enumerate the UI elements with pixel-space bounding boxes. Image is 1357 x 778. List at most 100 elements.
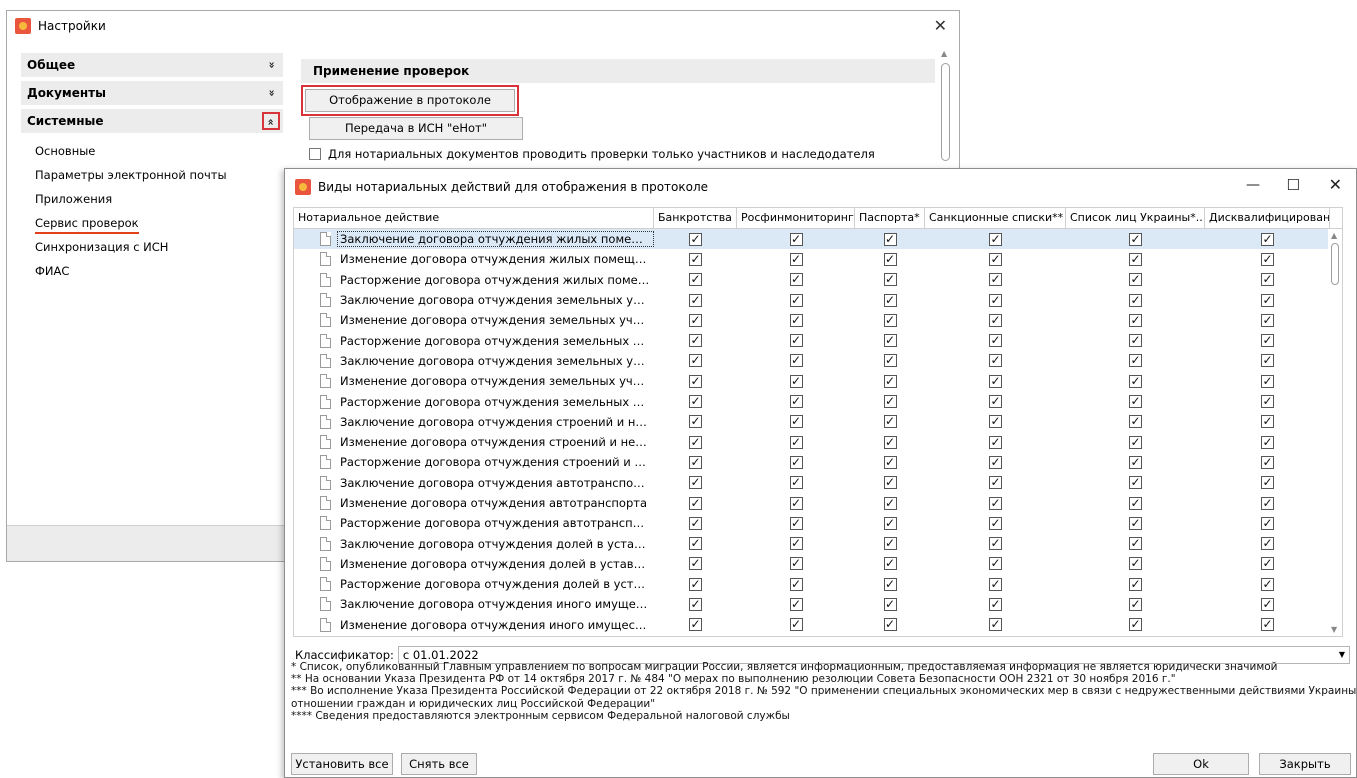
sidebar-item-email[interactable]: Параметры электронной почты xyxy=(35,163,283,187)
checkbox[interactable]: ✓ xyxy=(689,252,702,266)
chevron-down-icon[interactable]: » xyxy=(259,61,283,68)
action-name-cell[interactable]: Расторжение договора отчуждения строений… xyxy=(294,452,654,472)
checkbox[interactable]: ✓ xyxy=(883,496,897,510)
checkbox[interactable]: ✓ xyxy=(789,273,803,287)
checkbox[interactable]: ✓ xyxy=(1129,374,1142,388)
chevron-up-icon[interactable]: « xyxy=(262,112,280,130)
checkbox[interactable]: ✓ xyxy=(989,395,1002,409)
checkbox[interactable]: ✓ xyxy=(1129,293,1142,307)
isn-transfer-button[interactable]: Передача в ИСН "еНот" xyxy=(309,117,523,140)
participants-check-row[interactable]: Для нотариальных документов проводить пр… xyxy=(309,147,875,161)
checkbox[interactable]: ✓ xyxy=(789,334,803,348)
table-row[interactable]: Заключение договора отчуждения жилых пом… xyxy=(294,229,1342,250)
checkbox[interactable]: ✓ xyxy=(989,232,1002,246)
table-row[interactable]: Изменение договора отчуждения земельных … xyxy=(294,310,1342,330)
checkbox[interactable]: ✓ xyxy=(883,273,897,287)
checkbox[interactable]: ✓ xyxy=(1261,435,1274,449)
checkbox[interactable]: ✓ xyxy=(1261,496,1274,510)
checkbox[interactable]: ✓ xyxy=(989,273,1002,287)
table-row[interactable]: Заключение договора отчуждения иного иму… xyxy=(294,594,1342,614)
action-name-cell[interactable]: Расторжение договора отчуждения автотран… xyxy=(294,513,654,533)
checkbox[interactable]: ✓ xyxy=(1129,334,1142,348)
action-name-cell[interactable]: Заключение договора отчуждения земельных… xyxy=(294,290,654,310)
checkbox[interactable]: ✓ xyxy=(883,455,897,469)
scroll-down-icon[interactable]: ▼ xyxy=(1331,625,1337,634)
table-row[interactable]: Расторжение договора отчуждения жилых по… xyxy=(294,270,1342,290)
settings-scrollbar[interactable]: ▲ xyxy=(939,49,953,179)
checkbox[interactable]: ✓ xyxy=(1261,232,1274,246)
checkbox[interactable]: ✓ xyxy=(1129,618,1142,632)
checkbox[interactable]: ✓ xyxy=(989,618,1002,632)
checkbox[interactable]: ✓ xyxy=(789,597,803,611)
table-row[interactable]: Изменение договора отчуждения земельных … xyxy=(294,371,1342,391)
table-row[interactable]: Заключение договора отчуждения долей в у… xyxy=(294,533,1342,553)
action-name-cell[interactable]: Изменение договора отчуждения жилых поме… xyxy=(294,249,654,269)
action-name-cell[interactable]: Изменение договора отчуждения долей в ус… xyxy=(294,554,654,574)
checkbox[interactable]: ✓ xyxy=(689,374,702,388)
scroll-thumb[interactable] xyxy=(941,63,950,161)
checkbox[interactable]: ✓ xyxy=(1129,273,1142,287)
checkbox[interactable]: ✓ xyxy=(1129,516,1142,530)
checkbox[interactable]: ✓ xyxy=(689,557,702,571)
action-name-cell[interactable]: Заключение договора отчуждения иного иму… xyxy=(294,594,654,614)
checkbox[interactable]: ✓ xyxy=(789,252,803,266)
checkbox[interactable]: ✓ xyxy=(1261,415,1274,429)
checkbox[interactable]: ✓ xyxy=(1261,557,1274,571)
checkbox[interactable]: ✓ xyxy=(689,313,702,327)
action-name-cell[interactable]: Расторжение договора отчуждения жилых по… xyxy=(294,270,654,290)
col-header-rosfin[interactable]: Росфинмониторинг xyxy=(737,208,855,228)
checkbox[interactable]: ✓ xyxy=(883,374,897,388)
checkbox[interactable]: ✓ xyxy=(989,435,1002,449)
checkbox[interactable]: ✓ xyxy=(689,476,702,490)
table-row[interactable]: Расторжение договора отчуждения автотран… xyxy=(294,513,1342,533)
checkbox[interactable]: ✓ xyxy=(1261,313,1274,327)
checkbox[interactable]: ✓ xyxy=(689,435,702,449)
checkbox[interactable]: ✓ xyxy=(789,496,803,510)
table-row[interactable]: Заключение договора отчуждения земельных… xyxy=(294,290,1342,310)
close-icon[interactable]: ✕ xyxy=(934,16,947,35)
checkbox[interactable]: ✓ xyxy=(789,618,803,632)
checkbox[interactable]: ✓ xyxy=(1129,455,1142,469)
checkbox[interactable]: ✓ xyxy=(989,537,1002,551)
table-row[interactable]: Расторжение договора отчуждения строений… xyxy=(294,452,1342,472)
checkbox[interactable]: ✓ xyxy=(1129,354,1142,368)
scroll-thumb[interactable] xyxy=(1331,243,1339,285)
checkbox[interactable]: ✓ xyxy=(1261,273,1274,287)
checkbox[interactable]: ✓ xyxy=(1129,557,1142,571)
minimize-icon[interactable]: — xyxy=(1246,177,1260,193)
checkbox[interactable]: ✓ xyxy=(689,516,702,530)
checkbox[interactable]: ✓ xyxy=(1129,496,1142,510)
col-header-action[interactable]: Нотариальное действие xyxy=(294,208,654,228)
checkbox[interactable]: ✓ xyxy=(789,354,803,368)
checkbox[interactable]: ✓ xyxy=(989,516,1002,530)
scroll-up-icon[interactable]: ▲ xyxy=(1331,231,1337,240)
action-name-cell[interactable]: Изменение договора отчуждения земельных … xyxy=(294,310,654,330)
clear-all-button[interactable]: Снять все xyxy=(401,753,477,775)
checkbox[interactable]: ✓ xyxy=(789,395,803,409)
checkbox[interactable]: ✓ xyxy=(989,252,1002,266)
close-icon[interactable]: ✕ xyxy=(1329,175,1342,194)
checkbox[interactable]: ✓ xyxy=(789,293,803,307)
checkbox[interactable]: ✓ xyxy=(1129,577,1142,591)
checkbox[interactable]: ✓ xyxy=(1261,537,1274,551)
checkbox[interactable]: ✓ xyxy=(1129,415,1142,429)
checkbox[interactable]: ✓ xyxy=(883,293,897,307)
action-name-cell[interactable]: Расторжение договора отчуждения долей в … xyxy=(294,574,654,594)
checkbox[interactable]: ✓ xyxy=(789,313,803,327)
checkbox[interactable]: ✓ xyxy=(989,557,1002,571)
checkbox[interactable]: ✓ xyxy=(1261,597,1274,611)
action-name-cell[interactable]: Заключение договора отчуждения строений … xyxy=(294,412,654,432)
checkbox[interactable]: ✓ xyxy=(989,476,1002,490)
checkbox[interactable]: ✓ xyxy=(689,618,702,632)
checkbox[interactable]: ✓ xyxy=(989,496,1002,510)
checkbox[interactable]: ✓ xyxy=(689,232,702,246)
checkbox[interactable]: ✓ xyxy=(789,455,803,469)
checkbox[interactable]: ✓ xyxy=(883,334,897,348)
checkbox[interactable]: ✓ xyxy=(883,415,897,429)
table-row[interactable]: Заключение договора отчуждения земельных… xyxy=(294,351,1342,371)
checkbox[interactable]: ✓ xyxy=(989,455,1002,469)
checkbox[interactable]: ✓ xyxy=(989,313,1002,327)
action-name-cell[interactable]: Изменение договора отчуждения иного имущ… xyxy=(294,615,654,635)
checkbox[interactable]: ✓ xyxy=(883,435,897,449)
ok-button[interactable]: Ok xyxy=(1153,753,1249,775)
